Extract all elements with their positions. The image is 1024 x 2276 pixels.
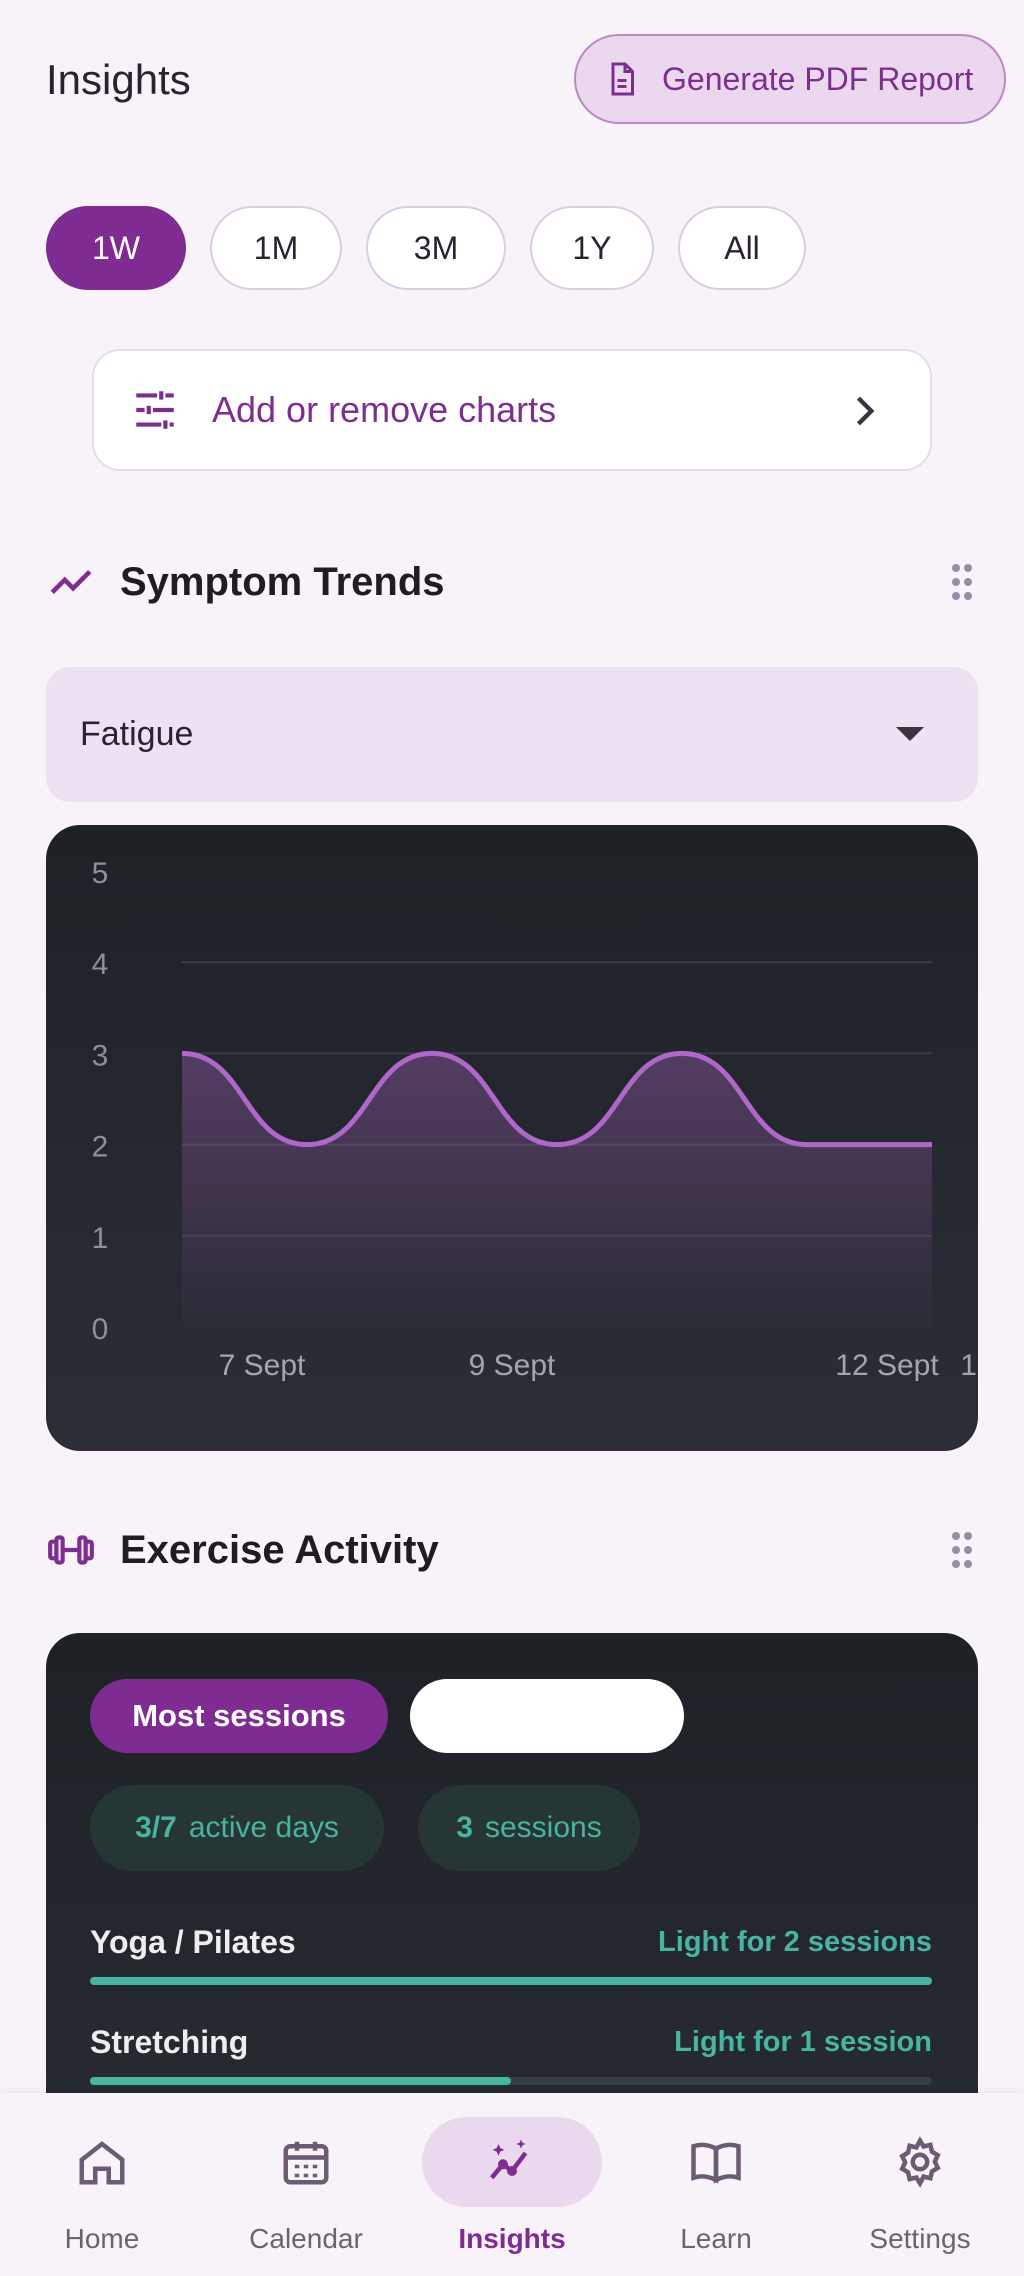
symptom-trends-title: Symptom Trends bbox=[120, 559, 445, 604]
activity-name: Stretching bbox=[90, 2024, 249, 2060]
activity-progress-track bbox=[90, 2077, 932, 2085]
nav-calendar[interactable]: Calendar bbox=[204, 2093, 408, 2276]
nav-label: Learn bbox=[680, 2223, 752, 2254]
drag-handle-icon[interactable] bbox=[938, 1526, 986, 1574]
active-days-value: 3/7 bbox=[135, 1811, 177, 1844]
nav-insights[interactable]: Insights bbox=[410, 2093, 614, 2276]
insights-icon bbox=[490, 2139, 528, 2180]
symptom-chart-svg: 0 1 2 3 4 5 7 Sept 9 Sept 12 Sept 13 Sept bbox=[92, 857, 978, 1382]
page-title: Insights bbox=[46, 56, 191, 103]
y-tick-label: 4 bbox=[92, 948, 109, 981]
drag-handle-icon[interactable] bbox=[938, 558, 986, 606]
symptom-dropdown[interactable]: Fatigue bbox=[46, 667, 978, 802]
nav-label: Calendar bbox=[249, 2223, 363, 2254]
tab-other[interactable] bbox=[410, 1679, 684, 1753]
add-remove-charts-label: Add or remove charts bbox=[212, 389, 557, 430]
sessions-value: 3 bbox=[456, 1811, 473, 1844]
range-3m[interactable]: 3M bbox=[366, 206, 506, 290]
nav-home[interactable]: Home bbox=[0, 2093, 204, 2276]
exercise-activity-title: Exercise Activity bbox=[120, 1527, 439, 1572]
active-days-chip: 3/7 active days bbox=[90, 1785, 384, 1871]
time-range-selector: 1W 1M 3M 1Y All bbox=[46, 206, 806, 290]
chevron-down-icon bbox=[896, 727, 924, 741]
y-tick-label: 1 bbox=[92, 1222, 109, 1255]
nav-label: Home bbox=[64, 2223, 140, 2254]
nav-learn[interactable]: Learn bbox=[614, 2093, 818, 2276]
chevron-right-icon bbox=[856, 396, 875, 426]
range-1y[interactable]: 1Y bbox=[530, 206, 654, 290]
y-tick-label: 0 bbox=[92, 1313, 109, 1346]
active-days-label: active days bbox=[188, 1811, 339, 1844]
x-tick-label: 12 Sept bbox=[835, 1349, 939, 1382]
activity-name: Yoga / Pilates bbox=[90, 1924, 296, 1960]
selected-symptom: Fatigue bbox=[80, 715, 194, 753]
activity-note: Light for 1 session bbox=[674, 2026, 932, 2058]
range-all[interactable]: All bbox=[678, 206, 806, 290]
nav-label: Settings bbox=[869, 2223, 971, 2254]
exercise-activity-header: Exercise Activity bbox=[46, 1520, 986, 1580]
gear-icon bbox=[899, 2136, 941, 2188]
y-tick-label: 2 bbox=[92, 1131, 109, 1164]
sessions-label: sessions bbox=[484, 1811, 602, 1844]
book-icon bbox=[691, 2142, 741, 2184]
tab-most-sessions[interactable]: Most sessions bbox=[90, 1679, 388, 1753]
bottom-navigation: Home Calendar Insights Learn Settings bbox=[0, 2093, 1024, 2276]
tune-icon bbox=[136, 391, 174, 429]
series-line bbox=[181, 1050, 932, 1148]
activity-progress-track bbox=[90, 1977, 932, 1985]
x-tick-label: 7 Sept bbox=[219, 1349, 306, 1382]
x-tick-label: 9 Sept bbox=[469, 1349, 556, 1382]
nav-icon-wrap bbox=[626, 2117, 806, 2207]
series-area bbox=[182, 1053, 932, 1327]
nav-settings[interactable]: Settings bbox=[818, 2093, 1022, 2276]
dumbbell-icon bbox=[48, 1535, 94, 1565]
nav-icon-wrap bbox=[216, 2117, 396, 2207]
home-icon bbox=[79, 2141, 125, 2185]
generate-pdf-label: Generate PDF Report bbox=[662, 60, 974, 97]
symptom-chart: 0 1 2 3 4 5 7 Sept 9 Sept 12 Sept 13 Sept bbox=[46, 825, 978, 1451]
activity-progress-fill bbox=[90, 1977, 932, 1985]
exercise-card: Most sessions 3/7 active days 3 sessions… bbox=[46, 1633, 978, 2093]
range-1m[interactable]: 1M bbox=[210, 206, 342, 290]
y-tick-label: 5 bbox=[92, 857, 109, 890]
nav-icon-wrap bbox=[830, 2117, 1010, 2207]
x-tick-label: 13 Sept bbox=[960, 1349, 978, 1382]
activity-progress-fill bbox=[90, 2077, 511, 2085]
symptom-trends-header: Symptom Trends bbox=[46, 552, 986, 612]
y-tick-label: 3 bbox=[92, 1039, 109, 1072]
generate-pdf-button[interactable]: Generate PDF Report bbox=[574, 34, 1006, 124]
nav-icon-wrap bbox=[12, 2117, 192, 2207]
header: Insights Generate PDF Report bbox=[0, 0, 1024, 165]
range-1w[interactable]: 1W bbox=[46, 206, 186, 290]
nav-label: Insights bbox=[458, 2223, 566, 2254]
trending-icon bbox=[50, 569, 92, 595]
add-remove-charts-button[interactable]: Add or remove charts bbox=[92, 349, 932, 471]
sessions-chip: 3 sessions bbox=[418, 1785, 640, 1871]
nav-icon-wrap bbox=[422, 2117, 602, 2207]
document-icon bbox=[611, 62, 634, 96]
activity-note: Light for 2 sessions bbox=[658, 1926, 932, 1958]
calendar-icon bbox=[283, 2141, 329, 2185]
